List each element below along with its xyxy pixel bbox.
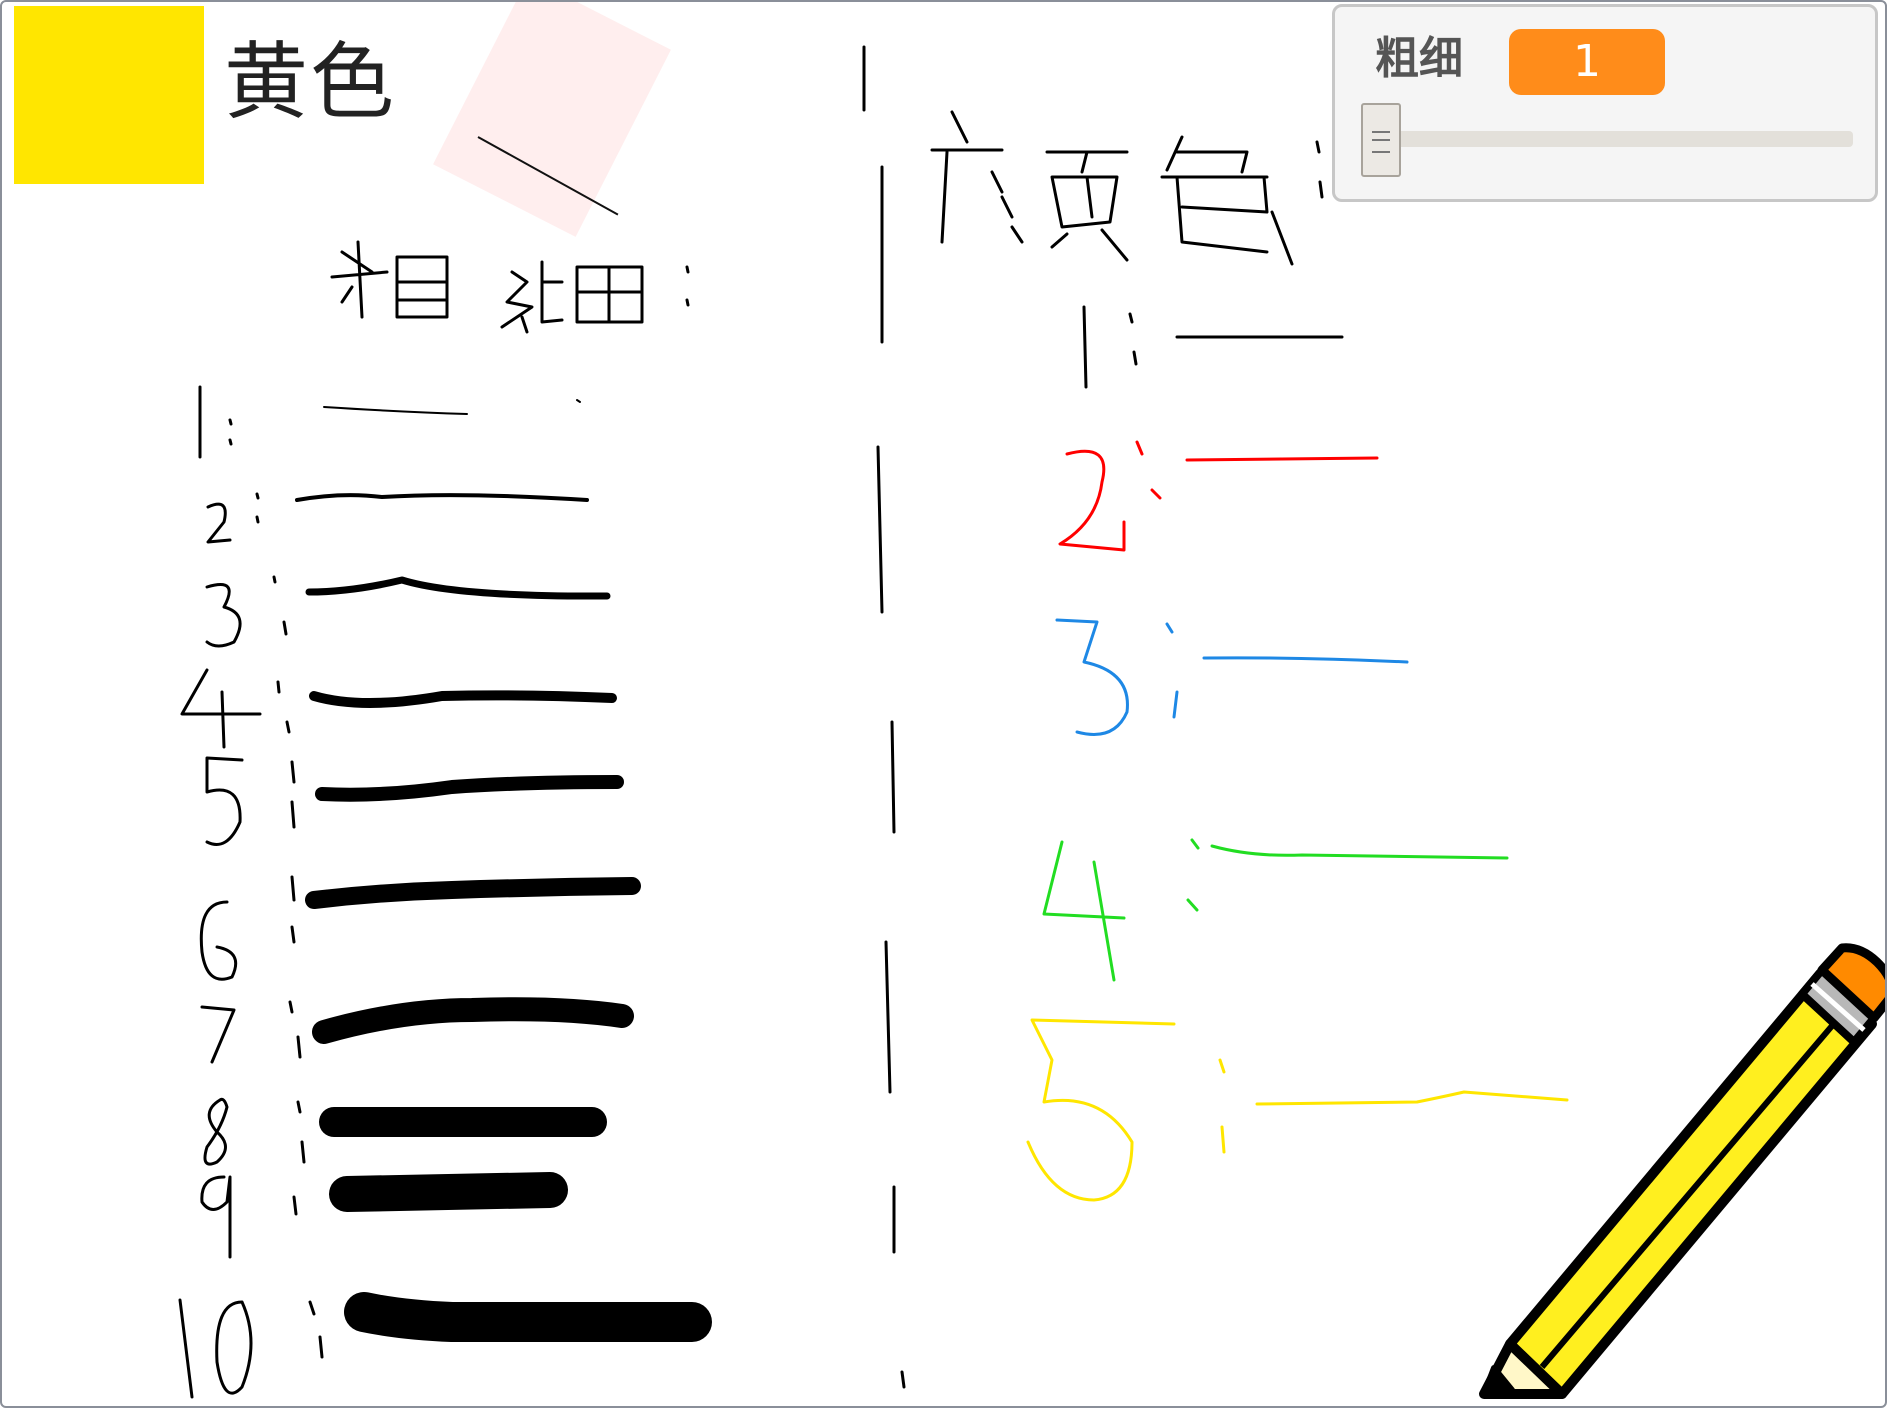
color-row-3 — [1055, 618, 1409, 736]
divider-line — [862, 45, 906, 1389]
variable-name: 粗细 — [1375, 33, 1463, 84]
variable-value: 1 — [1509, 29, 1665, 95]
thickness-strokes — [295, 399, 712, 1342]
pencil-icon[interactable] — [1472, 912, 1887, 1406]
color-row-1 — [1082, 305, 1344, 389]
thickness-heading — [330, 240, 690, 334]
project-stage[interactable]: 黄色 粗细 1 — [0, 0, 1887, 1408]
thickness-slider-handle[interactable] — [1361, 103, 1401, 177]
variable-monitor-thickness[interactable]: 粗细 1 — [1332, 4, 1878, 202]
thickness-slider-track[interactable] — [1363, 131, 1853, 147]
thickness-numbers — [178, 385, 324, 1399]
color-row-4 — [1042, 838, 1509, 982]
color-row-2 — [1058, 440, 1379, 552]
color-heading — [930, 110, 1324, 266]
